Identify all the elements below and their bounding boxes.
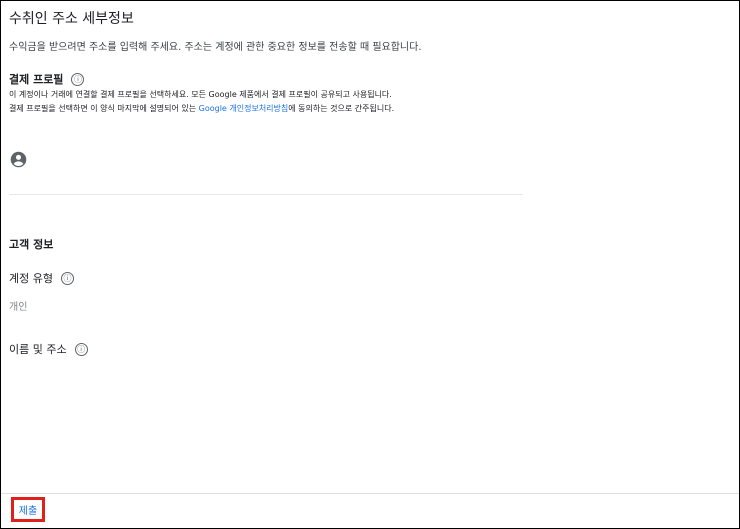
name-address-label: 이름 및 주소 ⓘ — [9, 341, 88, 357]
account-type-value: 개인 — [9, 302, 28, 313]
account-type-label: 계정 유형 ⓘ — [9, 270, 74, 286]
submit-button[interactable]: 제출 — [11, 497, 45, 522]
payment-profile-heading-text: 결제 프로필 — [9, 73, 64, 86]
customer-info-heading-text: 고객 정보 — [9, 238, 54, 251]
info-icon[interactable]: ⓘ — [74, 342, 88, 356]
info-icon[interactable]: ⓘ — [71, 72, 85, 86]
account-circle-icon[interactable] — [10, 151, 27, 168]
customer-info-heading: 고객 정보 — [9, 236, 53, 252]
section-divider — [9, 194, 523, 195]
footer-divider — [1, 493, 739, 494]
description-text-before: 결제 프로필을 선택하면 이 양식 마지막에 설명되어 있는 — [9, 104, 199, 113]
payment-profile-description-line2: 결제 프로필을 선택하면 이 양식 마지막에 설명되어 있는 Google 개인… — [9, 103, 394, 114]
name-address-label-text: 이름 및 주소 — [9, 343, 67, 356]
address-details-panel: 수취인 주소 세부정보 수익금을 받으려면 주소를 입력해 주세요. 주소는 계… — [0, 0, 740, 529]
description-text-after: 에 동의하는 것으로 간주됩니다. — [288, 104, 395, 113]
payment-profile-heading: 결제 프로필 ⓘ — [9, 71, 85, 87]
account-type-label-text: 계정 유형 — [9, 272, 53, 285]
privacy-policy-link[interactable]: Google 개인정보처리방침 — [199, 104, 289, 113]
info-icon[interactable]: ⓘ — [60, 271, 74, 285]
payment-profile-description-line1: 이 계정이나 거래에 연결할 결제 프로필을 선택하세요. 모든 Google … — [9, 90, 392, 99]
page-title: 수취인 주소 세부정보 — [9, 11, 134, 27]
page-subtitle: 수익금을 받으려면 주소를 입력해 주세요. 주소는 계정에 관한 중요한 정보… — [9, 42, 422, 53]
